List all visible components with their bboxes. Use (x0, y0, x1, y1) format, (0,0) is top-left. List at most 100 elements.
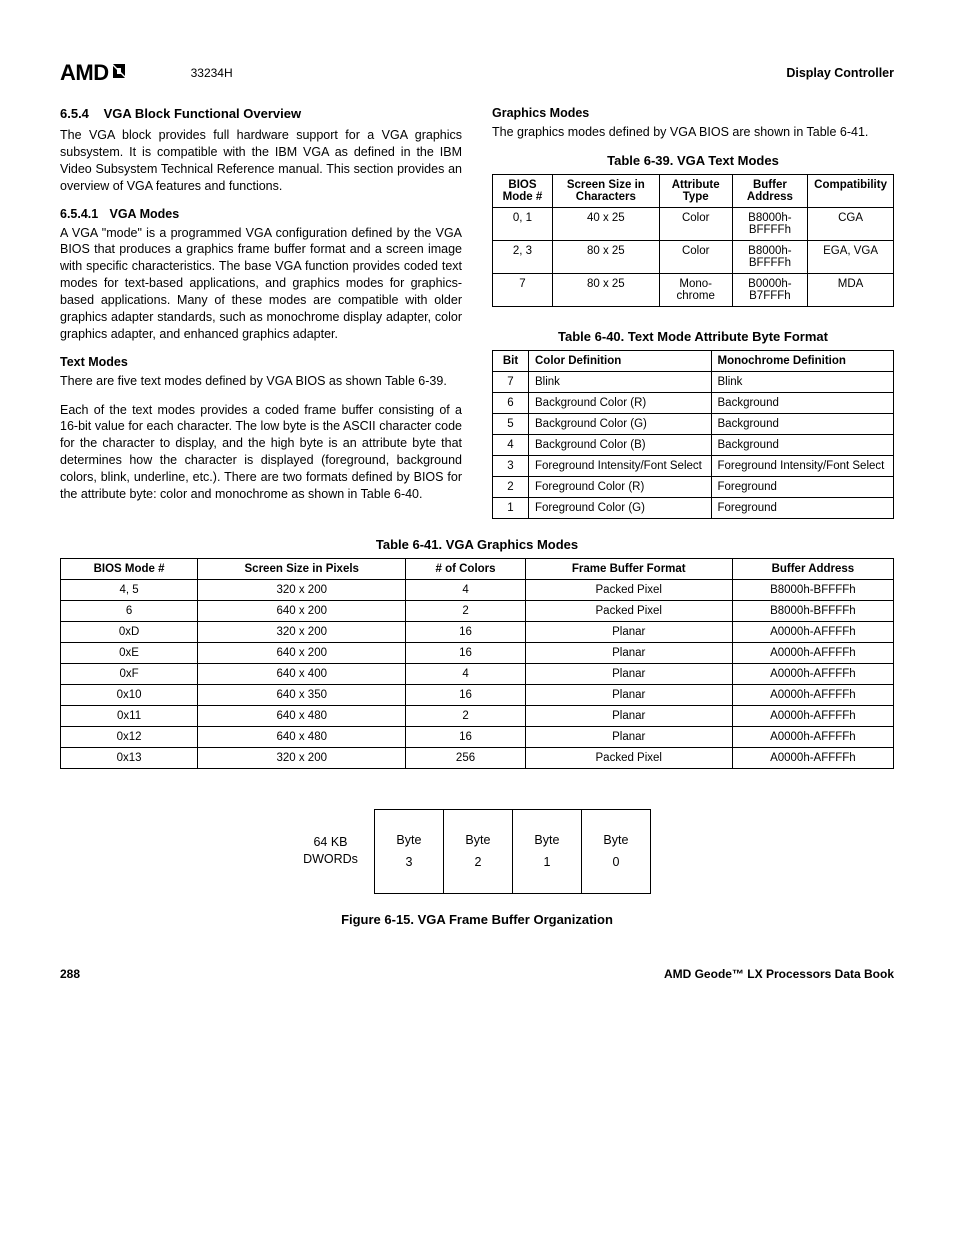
para-overview: The VGA block provides full hardware sup… (60, 127, 462, 195)
table-cell: Blink (529, 371, 712, 392)
table-40: BitColor DefinitionMonochrome Definition… (492, 350, 894, 519)
table-cell: 2, 3 (493, 240, 553, 273)
table-row: 2, 380 x 25ColorB8000h-BFFFFhEGA, VGA (493, 240, 894, 273)
table-header: Monochrome Definition (711, 350, 894, 371)
table-header: BIOS Mode # (61, 558, 198, 579)
table-header: BIOS Mode # (493, 174, 553, 207)
table-header: # of Colors (406, 558, 525, 579)
figure-label: 64 KB DWORDs (303, 834, 358, 869)
table-header: Buffer Address (732, 558, 893, 579)
table-row: 780 x 25Mono-chromeB0000h-B7FFFhMDA (493, 273, 894, 306)
subsection-heading: 6.5.4.1 VGA Modes (60, 207, 462, 221)
byte-box-label-bottom: 1 (543, 855, 550, 869)
table-cell: 0x11 (61, 705, 198, 726)
table-cell: 640 x 480 (198, 705, 406, 726)
table-cell: CGA (808, 207, 894, 240)
byte-box-label-top: Byte (534, 833, 559, 847)
table-cell: 16 (406, 726, 525, 747)
table-cell: Color (659, 240, 732, 273)
table-cell: 2 (406, 705, 525, 726)
table-cell: 4 (406, 663, 525, 684)
table-cell: B8000h-BFFFFh (732, 240, 807, 273)
figure-label-line2: DWORDs (303, 852, 358, 866)
table-cell: Blink (711, 371, 894, 392)
section-heading: 6.5.4 VGA Block Functional Overview (60, 106, 462, 121)
header-section-title: Display Controller (786, 66, 894, 80)
table-row: 0x12640 x 48016PlanarA0000h-AFFFFh (61, 726, 894, 747)
table-header: Color Definition (529, 350, 712, 371)
table-cell: B8000h-BFFFFh (732, 579, 893, 600)
table-39: BIOS Mode #Screen Size in CharactersAttr… (492, 174, 894, 307)
table-cell: Background (711, 434, 894, 455)
amd-logo: AMD (60, 60, 131, 86)
table-cell: 640 x 200 (198, 642, 406, 663)
table-row: 0xE640 x 20016PlanarA0000h-AFFFFh (61, 642, 894, 663)
table-cell: Planar (525, 621, 732, 642)
table-row: 1Foreground Color (G)Foreground (493, 497, 894, 518)
table-cell: 0xD (61, 621, 198, 642)
footer-title: AMD Geode™ LX Processors Data Book (664, 967, 894, 981)
figure-caption: Figure 6-15. VGA Frame Buffer Organizati… (60, 912, 894, 927)
byte-box: Byte3 (374, 809, 444, 894)
logo-text: AMD (60, 60, 109, 86)
table-cell: 640 x 200 (198, 600, 406, 621)
table-cell: Mono-chrome (659, 273, 732, 306)
page-number: 288 (60, 967, 80, 981)
table-cell: 640 x 480 (198, 726, 406, 747)
byte-box-label-bottom: 2 (474, 855, 481, 869)
table-cell: Planar (525, 705, 732, 726)
text-modes-heading: Text Modes (60, 355, 462, 369)
para-text-modes-1: There are five text modes defined by VGA… (60, 373, 462, 390)
table-cell: 16 (406, 684, 525, 705)
table-cell: Planar (525, 642, 732, 663)
table-cell: 5 (493, 413, 529, 434)
table-cell: Foreground Color (G) (529, 497, 712, 518)
table-cell: 0x12 (61, 726, 198, 747)
table-cell: 4 (493, 434, 529, 455)
table-cell: 320 x 200 (198, 579, 406, 600)
table-row: 4Background Color (B)Background (493, 434, 894, 455)
table-41: BIOS Mode #Screen Size in Pixels# of Col… (60, 558, 894, 769)
para-text-modes-2: Each of the text modes provides a coded … (60, 402, 462, 503)
table-cell: 320 x 200 (198, 747, 406, 768)
table-row: 4, 5320 x 2004Packed PixelB8000h-BFFFFh (61, 579, 894, 600)
table-cell: 7 (493, 273, 553, 306)
figure-label-line1: 64 KB (313, 835, 347, 849)
table-cell: Packed Pixel (525, 600, 732, 621)
table-row: 6Background Color (R)Background (493, 392, 894, 413)
table-cell: EGA, VGA (808, 240, 894, 273)
table-row: 0xD320 x 20016PlanarA0000h-AFFFFh (61, 621, 894, 642)
page-footer: 288 AMD Geode™ LX Processors Data Book (60, 967, 894, 981)
para-vga-modes: A VGA "mode" is a programmed VGA configu… (60, 225, 462, 343)
table-cell: Background (711, 392, 894, 413)
table-header: Screen Size in Characters (552, 174, 659, 207)
doc-number: 33234H (191, 66, 233, 80)
table-row: 6640 x 2002Packed PixelB8000h-BFFFFh (61, 600, 894, 621)
subsection-number: 6.5.4.1 (60, 207, 106, 221)
table-row: 5Background Color (G)Background (493, 413, 894, 434)
table-cell: Foreground (711, 497, 894, 518)
table-cell: 40 x 25 (552, 207, 659, 240)
table-header: Screen Size in Pixels (198, 558, 406, 579)
byte-box-label-top: Byte (465, 833, 490, 847)
table-cell: 80 x 25 (552, 273, 659, 306)
table-cell: 80 x 25 (552, 240, 659, 273)
table-cell: 2 (406, 600, 525, 621)
graphics-modes-heading: Graphics Modes (492, 106, 894, 120)
table-cell: 0, 1 (493, 207, 553, 240)
table-cell: 0x13 (61, 747, 198, 768)
table-cell: 16 (406, 642, 525, 663)
table-cell: 6 (61, 600, 198, 621)
table-cell: A0000h-AFFFFh (732, 705, 893, 726)
table-39-caption: Table 6-39. VGA Text Modes (492, 153, 894, 168)
table-cell: 640 x 400 (198, 663, 406, 684)
table-40-caption: Table 6-40. Text Mode Attribute Byte For… (492, 329, 894, 344)
table-cell: 3 (493, 455, 529, 476)
table-row: 0x10640 x 35016PlanarA0000h-AFFFFh (61, 684, 894, 705)
table-row: 0, 140 x 25ColorB8000h-BFFFFhCGA (493, 207, 894, 240)
table-cell: B8000h-BFFFFh (732, 600, 893, 621)
table-header: Attribute Type (659, 174, 732, 207)
table-row: 3Foreground Intensity/Font SelectForegro… (493, 455, 894, 476)
table-cell: 0xE (61, 642, 198, 663)
table-cell: B8000h-BFFFFh (732, 207, 807, 240)
